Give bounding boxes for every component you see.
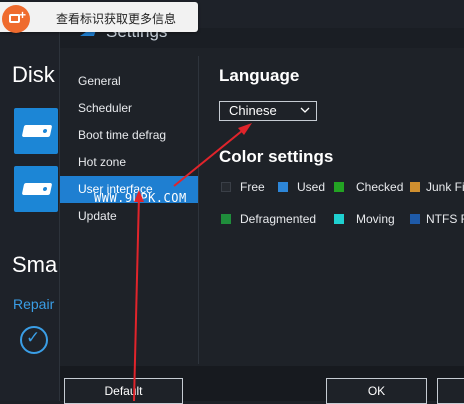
disk-drive-icon[interactable] xyxy=(14,166,58,212)
sidebar-item-boot-time-defrag[interactable]: Boot time defrag xyxy=(60,122,198,149)
cancel-button[interactable] xyxy=(437,378,464,404)
color-settings-heading: Color settings xyxy=(219,147,334,166)
legend-swatch xyxy=(221,214,231,224)
sidebar-item-general[interactable]: General xyxy=(60,68,198,95)
language-select-value: Chinese xyxy=(229,103,277,118)
tooltip-text: 查看标识获取更多信息 xyxy=(56,12,177,26)
legend-swatch xyxy=(334,182,344,192)
add-window-icon[interactable]: + xyxy=(2,5,30,33)
legend-swatch xyxy=(278,182,288,192)
language-heading: Language xyxy=(219,66,300,85)
language-select[interactable]: Chinese xyxy=(219,101,317,121)
disk-drive-icon[interactable] xyxy=(14,108,58,154)
ok-button[interactable]: OK xyxy=(326,378,427,404)
legend-swatch xyxy=(410,182,420,192)
legend-swatch xyxy=(334,214,344,224)
sidebar-item-scheduler[interactable]: Scheduler xyxy=(60,95,198,122)
tooltip: + 查看标识获取更多信息 xyxy=(0,2,198,33)
legend-swatch xyxy=(221,182,231,192)
repair-link[interactable]: Repair xyxy=(13,296,54,312)
chevron-down-icon xyxy=(300,107,310,113)
sidebar-item-hot-zone[interactable]: Hot zone xyxy=(60,149,198,176)
settings-sidebar: General Scheduler Boot time defrag Hot z… xyxy=(60,68,198,230)
legend-swatch xyxy=(410,214,420,224)
sidebar-item-update[interactable]: Update xyxy=(60,203,198,230)
background-disk-title: Disk xyxy=(12,62,55,87)
default-button[interactable]: Default xyxy=(64,378,183,404)
sidebar-divider xyxy=(198,56,199,364)
check-circle-icon: ✓ xyxy=(20,326,48,354)
settings-dialog: Settings General Scheduler Boot time def… xyxy=(59,22,464,404)
watermark-text: WWW.9UPK.COM xyxy=(94,191,187,205)
background-section-title: Sma xyxy=(12,252,58,277)
